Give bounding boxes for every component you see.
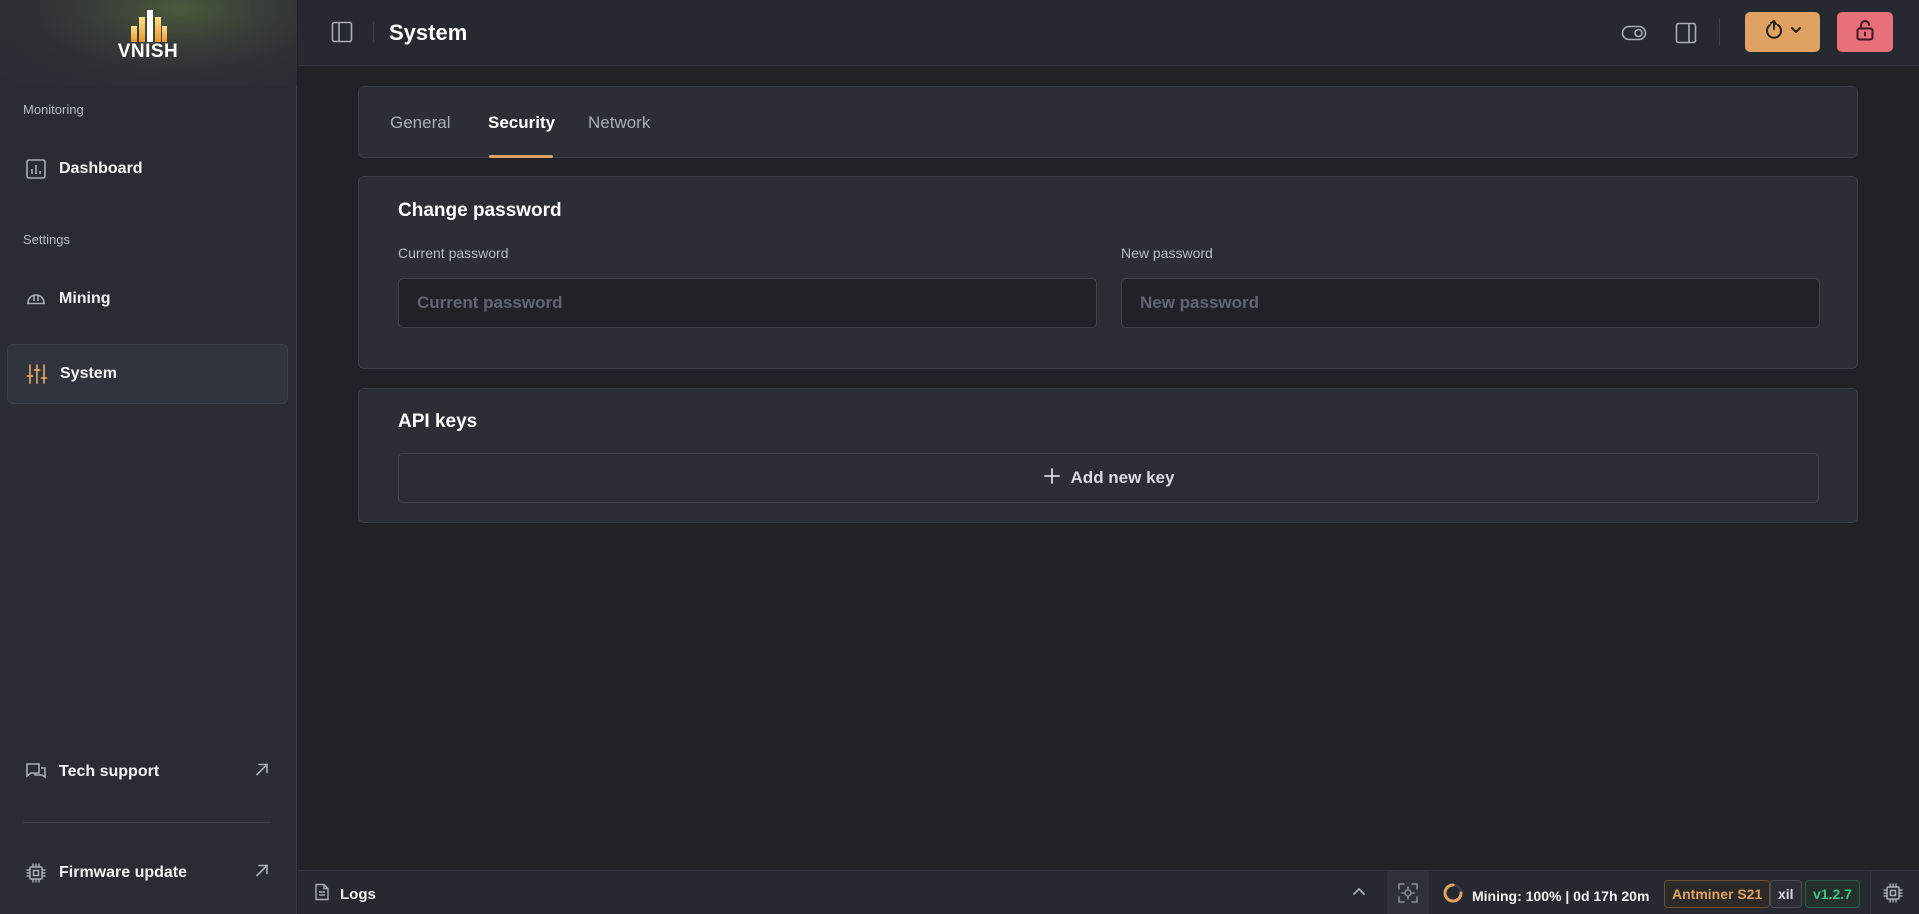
sidebar-toggle-icon[interactable]	[330, 20, 354, 44]
logo-text: VNISH	[117, 41, 179, 62]
current-password-input[interactable]	[398, 278, 1097, 328]
plus-icon	[1043, 467, 1061, 490]
hardhat-icon	[25, 288, 47, 310]
document-icon	[314, 883, 330, 906]
api-keys-card: API keys Add new key	[358, 388, 1858, 523]
new-password-input[interactable]	[1121, 278, 1820, 328]
sidebar-item-dashboard[interactable]: Dashboard	[7, 139, 288, 199]
sidebar-item-label: Mining	[59, 290, 111, 307]
chevron-down-icon	[1790, 23, 1802, 41]
chat-icon	[25, 761, 47, 783]
sidebar-item-label: Dashboard	[59, 160, 143, 177]
spinner-icon	[1442, 882, 1464, 909]
top-header: System	[298, 0, 1919, 66]
status-divider	[1870, 871, 1871, 914]
mining-status: Mining: 100% | 0d 17h 20m	[1442, 882, 1649, 909]
card-title: Change password	[398, 200, 562, 221]
tab-security[interactable]: Security	[488, 113, 555, 133]
chevron-up-icon[interactable]	[1352, 885, 1366, 904]
add-new-key-button[interactable]: Add new key	[398, 453, 1819, 503]
active-tab-indicator	[489, 155, 553, 158]
page-title: System	[389, 20, 468, 45]
power-icon	[1764, 19, 1784, 45]
focus-icon[interactable]	[1397, 882, 1419, 909]
unlock-icon	[1855, 19, 1875, 46]
model-badge: Antminer S21	[1664, 880, 1771, 908]
status-bar: Logs Mining: 100% | 0d 17h 20m Antminer …	[298, 870, 1919, 914]
chip-icon	[25, 862, 47, 884]
new-password-label: New password	[1121, 245, 1213, 261]
section-label-settings: Settings	[23, 232, 70, 247]
card-title: API keys	[398, 411, 478, 432]
logs-toggle[interactable]: Logs	[314, 883, 376, 906]
vnish-logo[interactable]: VNISH	[116, 10, 180, 68]
add-new-key-label: Add new key	[1070, 468, 1175, 487]
power-menu-button[interactable]	[1745, 12, 1820, 52]
current-password-label: Current password	[398, 245, 509, 261]
sidebar-item-firmware-update[interactable]: Firmware update	[7, 843, 288, 903]
tabs-bar: General Security Network	[358, 86, 1858, 158]
change-password-card: Change password Current password New pas…	[358, 176, 1858, 369]
tab-general[interactable]: General	[390, 113, 450, 133]
bar-chart-icon	[25, 158, 47, 180]
chip-icon[interactable]	[1882, 882, 1904, 909]
panel-toggle-icon[interactable]	[1673, 20, 1699, 46]
sidebar-divider	[23, 822, 271, 823]
version-badge: v1.2.7	[1805, 880, 1860, 908]
theme-toggle-icon[interactable]	[1621, 20, 1647, 46]
sidebar-item-label: Firmware update	[59, 864, 188, 881]
logo-area: VNISH	[0, 0, 297, 86]
header-divider	[1719, 18, 1720, 46]
user-badge: xil	[1770, 880, 1802, 908]
external-link-icon	[254, 863, 270, 884]
sliders-icon	[26, 363, 48, 385]
header-divider	[373, 22, 374, 42]
logo-icon	[131, 10, 167, 42]
sidebar-item-label: System	[60, 365, 117, 382]
external-link-icon	[254, 762, 270, 783]
sidebar-item-mining[interactable]: Mining	[7, 269, 288, 329]
sidebar-item-tech-support[interactable]: Tech support	[7, 742, 288, 802]
sidebar-item-system[interactable]: System	[7, 344, 288, 404]
sidebar: VNISH Monitoring Dashboard Settings Mini…	[0, 0, 297, 914]
sidebar-item-label: Tech support	[59, 763, 160, 780]
mining-status-text: Mining: 100% | 0d 17h 20m	[1472, 887, 1650, 904]
logs-label: Logs	[340, 886, 376, 903]
section-label-monitoring: Monitoring	[23, 102, 84, 117]
tab-network[interactable]: Network	[588, 113, 650, 133]
unlock-button[interactable]	[1837, 12, 1893, 52]
